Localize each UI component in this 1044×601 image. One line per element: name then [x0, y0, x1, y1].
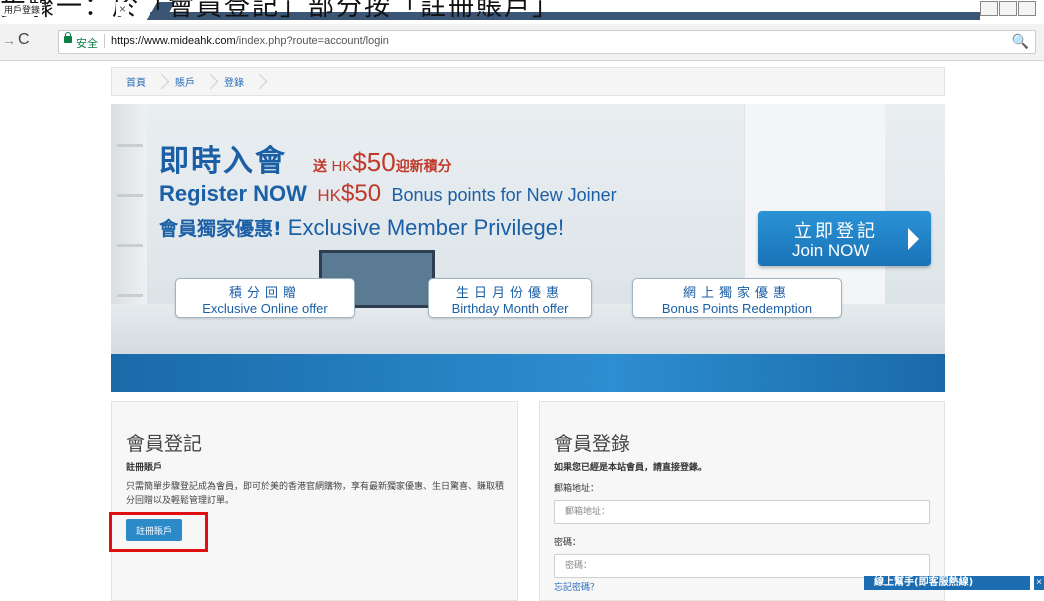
join-now-button[interactable]: 立即登記 Join NOW	[758, 211, 931, 266]
pill-cn: 積分回贈	[228, 286, 301, 301]
login-subtitle: 如果您已經是本站會員，請直接登錄。	[554, 463, 708, 473]
highlight-box	[109, 512, 208, 552]
banner-register-line: Register NOW HK$50 Bonus points for New …	[159, 180, 617, 208]
email-label: 郵箱地址：	[554, 484, 600, 494]
pill-points-rebate: 積分回贈 Exclusive Online offer	[175, 278, 355, 318]
chevron-right-icon	[202, 73, 219, 90]
pill-online-offer: 網上獨家優惠 Bonus Points Redemption	[632, 278, 842, 318]
url-text[interactable]: https://www.mideahk.com/index.php?route=…	[111, 35, 389, 47]
promo-banner[interactable]: 即時入會送 HK$50迎新積分 Register NOW HK$50 Bonus…	[111, 104, 945, 392]
minimize-icon[interactable]	[980, 1, 998, 16]
join-now-en: Join NOW	[792, 241, 870, 260]
tab-strip: 步驟一：於「會員登記」部分按「註冊賬戶」 用戶登錄 ×	[0, 0, 1044, 24]
login-title: 會員登錄	[554, 433, 631, 455]
url-host: https://www.mideahk.com	[111, 35, 236, 47]
tab-close-icon[interactable]: ×	[116, 2, 130, 16]
maximize-icon[interactable]	[999, 1, 1017, 16]
url-path: /index.php?route=account/login	[235, 35, 389, 47]
banner-privilege-line: 會員獨家優惠! Exclusive Member Privilege!	[159, 214, 564, 241]
banner-privilege-en: Exclusive Member Privilege!	[281, 215, 565, 240]
close-window-icon[interactable]	[1018, 1, 1036, 16]
pill-en: Birthday Month offer	[451, 301, 569, 316]
banner-headline: 即時入會 送 HK$50迎新積分	[159, 136, 452, 180]
divider	[104, 34, 105, 48]
banner-privilege-cn: 會員獨家優惠!	[159, 218, 282, 240]
banner-welcome-points: 迎新積分	[395, 159, 452, 175]
zoom-icon[interactable]: 🔍	[1012, 33, 1029, 50]
tab-title[interactable]: 用戶登錄	[2, 3, 43, 16]
pill-cn: 網上獨家優惠	[682, 286, 791, 301]
chevron-right-icon	[153, 73, 170, 90]
password-field[interactable]	[554, 554, 930, 578]
secure-label: 安全	[76, 38, 98, 50]
email-field[interactable]	[554, 500, 930, 524]
pill-birthday-offer: 生日月份優惠 Birthday Month offer	[428, 278, 592, 318]
instruction-caption: 步驟一：於「會員登記」部分按「註冊賬戶」	[0, 0, 561, 22]
pill-en: Exclusive Online offer	[202, 301, 328, 316]
breadcrumb-label: 賬戶	[175, 78, 195, 89]
address-bar: → C 安全 https://www.mideahk.com/index.php…	[0, 24, 1044, 61]
banner-register-now: Register NOW	[159, 181, 307, 206]
live-chat-bar[interactable]: 線上幫手(即客服熱線)	[864, 576, 1030, 590]
pill-cn: 生日月份優惠	[455, 286, 564, 301]
breadcrumb: 首頁 賬戶 登錄	[111, 67, 945, 96]
reload-icon[interactable]: C	[18, 31, 30, 49]
banner-currency: HK	[331, 158, 353, 175]
register-title: 會員登記	[126, 433, 203, 455]
breadcrumb-label: 登錄	[224, 78, 244, 89]
breadcrumb-login[interactable]: 登錄	[224, 73, 273, 90]
chevron-right-icon	[251, 73, 268, 90]
window-controls	[979, 1, 1036, 16]
forgot-password-link[interactable]: 忘記密碼？	[554, 580, 599, 593]
chat-close-icon[interactable]: ×	[1034, 576, 1044, 590]
banner-join-now-cn: 即時入會	[159, 144, 287, 179]
banner-blue-strip	[111, 354, 945, 392]
password-label: 密碼：	[554, 538, 582, 548]
breadcrumb-home[interactable]: 首頁	[126, 73, 175, 90]
forward-icon[interactable]: →	[2, 32, 16, 48]
url-field[interactable]: 安全 https://www.mideahk.com/index.php?rou…	[58, 30, 1036, 54]
join-now-cn: 立即登記	[794, 221, 878, 242]
banner-give: 送	[313, 159, 327, 175]
breadcrumb-account[interactable]: 賬戶	[175, 73, 224, 90]
banner-currency: HK	[317, 186, 341, 205]
breadcrumb-label: 首頁	[126, 78, 146, 89]
banner-bonus-text: Bonus points for New Joiner	[391, 185, 617, 205]
login-panel: 會員登錄 如果您已經是本站會員，請直接登錄。 郵箱地址： 密碼： 忘記密碼？	[539, 401, 945, 601]
play-arrow-icon	[908, 228, 919, 250]
register-subtitle: 註冊賬戶	[126, 463, 163, 473]
pill-en: Bonus Points Redemption	[661, 301, 813, 316]
window-decoration	[744, 104, 885, 304]
banner-amount: $50	[341, 180, 382, 207]
register-panel: 會員登記 註冊賬戶 只需簡單步驟登記成為會員，即可於美的香港官網購物，享有最新獨…	[111, 401, 518, 601]
register-description: 只需簡單步驟登記成為會員，即可於美的香港官網購物，享有最新獨家優惠、生日驚喜、賺…	[126, 482, 505, 506]
banner-amount: $50	[352, 147, 396, 177]
lock-icon	[64, 32, 72, 43]
